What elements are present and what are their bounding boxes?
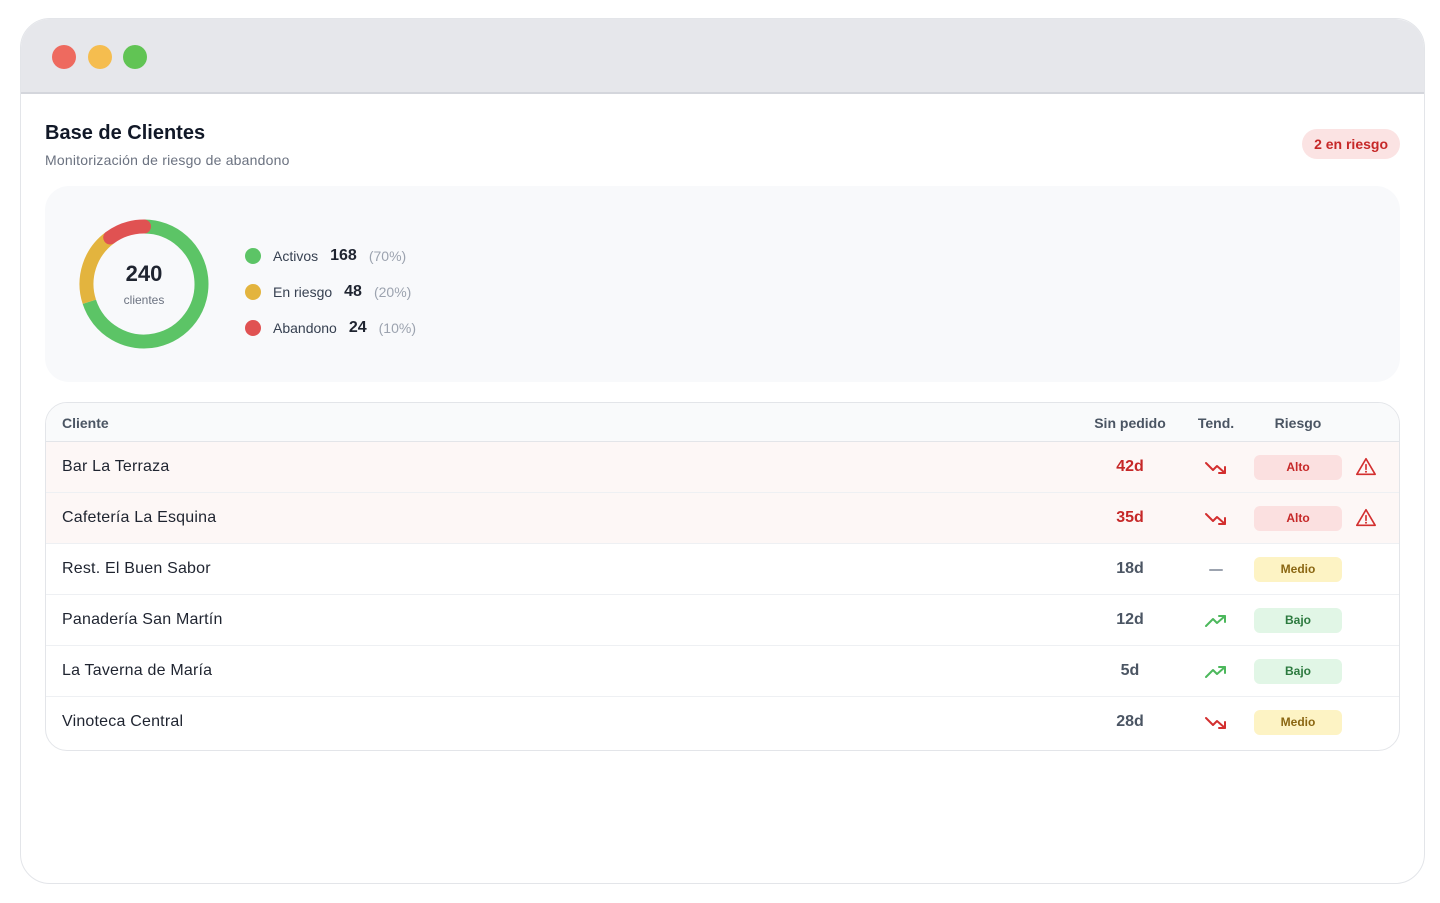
page-subtitle: Monitorización de riesgo de abandono: [45, 152, 290, 168]
app-window: Base de Clientes Monitorización de riesg…: [20, 18, 1425, 884]
main-content: Base de Clientes Monitorización de riesg…: [45, 94, 1400, 751]
risk-badge: Alto: [1254, 455, 1342, 480]
trend-up-icon: [1204, 662, 1228, 682]
risk-badge: Bajo: [1254, 659, 1342, 684]
table-header: Cliente Sin pedido Tend. Riesgo: [46, 403, 1399, 442]
warning-triangle-icon[interactable]: [1355, 456, 1377, 478]
donut-total-label: clientes: [123, 293, 165, 307]
column-header-client[interactable]: Cliente: [62, 415, 109, 431]
trend-down-icon: [1204, 713, 1228, 733]
minimize-window-button[interactable]: [88, 45, 112, 69]
legend-value: 24: [348, 319, 367, 336]
client-name[interactable]: Vinoteca Central: [62, 713, 183, 731]
client-name[interactable]: Rest. El Buen Sabor: [62, 560, 211, 578]
legend-item: Activos 168 (70%): [245, 238, 416, 274]
days-without-order: 35d: [1116, 509, 1144, 526]
trend-down-icon: [1204, 458, 1228, 478]
legend-percent: (70%): [368, 248, 407, 264]
risk-badge: Bajo: [1254, 608, 1342, 633]
days-without-order: 18d: [1116, 560, 1144, 577]
table-row[interactable]: Panadería San Martín 12d Bajo: [46, 595, 1399, 646]
summary-card: 240 clientes Activos 168 (70%) En riesgo 48 (…: [45, 186, 1400, 382]
legend-name: Activos: [273, 248, 319, 264]
legend-dot: [245, 284, 261, 300]
title-bar: [21, 19, 1424, 94]
risk-badge: Alto: [1254, 506, 1342, 531]
table-row[interactable]: La Taverna de María 5d Bajo: [46, 646, 1399, 697]
legend-item: En riesgo 48 (20%): [245, 274, 416, 310]
legend-dot: [245, 248, 261, 264]
risk-count-badge[interactable]: 2 en riesgo: [1302, 129, 1400, 159]
page-header: Base de Clientes Monitorización de riesg…: [45, 94, 1400, 184]
legend-dot: [245, 320, 261, 336]
maximize-window-button[interactable]: [123, 45, 147, 69]
column-header-trend[interactable]: Tend.: [1186, 415, 1246, 431]
column-header-risk[interactable]: Riesgo: [1254, 415, 1342, 431]
legend-name: En riesgo: [273, 284, 333, 300]
table-row[interactable]: Vinoteca Central 28d Medio: [46, 697, 1399, 748]
close-window-button[interactable]: [52, 45, 76, 69]
days-without-order: 28d: [1116, 713, 1144, 730]
days-without-order: 12d: [1116, 611, 1144, 628]
table-row[interactable]: Bar La Terraza 42d Alto: [46, 442, 1399, 493]
legend-value: 168: [330, 247, 357, 264]
table-row[interactable]: Rest. El Buen Sabor 18d Medio: [46, 544, 1399, 595]
client-name[interactable]: La Taverna de María: [62, 662, 212, 680]
trend-down-icon: [1204, 509, 1228, 529]
days-without-order: 5d: [1120, 662, 1140, 679]
table-body: Bar La Terraza 42d Alto Cafetería La Esquin…: [46, 442, 1399, 748]
clients-table: Cliente Sin pedido Tend. Riesgo Bar La T…: [45, 402, 1400, 751]
column-header-days[interactable]: Sin pedido: [1080, 415, 1180, 431]
client-name[interactable]: Cafetería La Esquina: [62, 509, 216, 527]
legend-item: Abandono 24 (10%): [245, 310, 416, 346]
client-name[interactable]: Panadería San Martín: [62, 611, 223, 629]
legend-name: Abandono: [273, 320, 337, 336]
warning-triangle-icon[interactable]: [1355, 507, 1377, 529]
risk-badge: Medio: [1254, 710, 1342, 735]
donut-total: 240: [125, 261, 163, 286]
legend-percent: (10%): [378, 320, 416, 336]
days-without-order: 42d: [1116, 458, 1144, 475]
client-name[interactable]: Bar La Terraza: [62, 458, 169, 476]
legend-percent: (20%): [373, 284, 412, 300]
page-title: Base de Clientes: [45, 122, 206, 144]
status-legend: Activos 168 (70%) En riesgo 48 (20%) Abandono 2…: [245, 238, 416, 346]
trend-flat-icon: [1204, 560, 1228, 580]
table-row[interactable]: Cafetería La Esquina 35d Alto: [46, 493, 1399, 544]
legend-value: 48: [344, 283, 362, 300]
trend-up-icon: [1204, 611, 1228, 631]
donut-center: 240 clientes: [78, 218, 210, 350]
risk-badge: Medio: [1254, 557, 1342, 582]
